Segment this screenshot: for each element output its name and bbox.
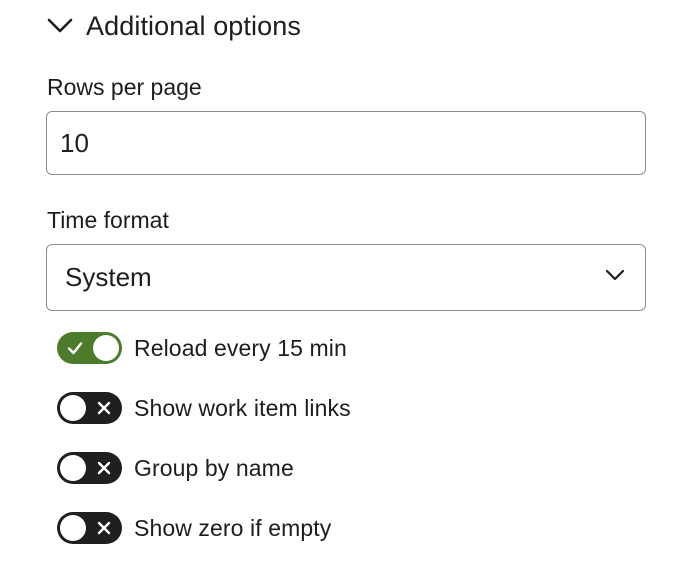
toggle-label: Show zero if empty	[134, 514, 332, 541]
toggle-label: Show work item links	[134, 394, 351, 421]
toggle-switch[interactable]	[57, 332, 122, 364]
toggle-knob	[60, 395, 86, 421]
toggle-label: Group by name	[134, 454, 294, 481]
rows-per-page-input[interactable]	[46, 111, 646, 175]
toggle-switch[interactable]	[57, 452, 122, 484]
additional-options-header[interactable]: Additional options	[46, 6, 301, 46]
time-format-label: Time format	[47, 207, 169, 233]
toggle-reload-every-15-min[interactable]: Reload every 15 min	[57, 331, 347, 365]
toggle-knob	[93, 335, 119, 361]
chevron-down-icon	[46, 11, 76, 41]
x-icon	[97, 521, 111, 535]
toggle-label: Reload every 15 min	[134, 334, 347, 361]
toggle-knob	[60, 455, 86, 481]
toggle-switch[interactable]	[57, 392, 122, 424]
section-title: Additional options	[86, 10, 301, 41]
chevron-down-icon	[603, 263, 627, 292]
toggle-show-work-item-links[interactable]: Show work item links	[57, 391, 351, 425]
x-icon	[97, 401, 111, 415]
toggle-show-zero-if-empty[interactable]: Show zero if empty	[57, 511, 331, 545]
time-format-select[interactable]: System	[46, 244, 646, 311]
rows-per-page-label: Rows per page	[47, 74, 202, 100]
x-icon	[97, 461, 111, 475]
toggle-switch[interactable]	[57, 512, 122, 544]
check-icon	[67, 342, 83, 355]
toggle-knob	[60, 515, 86, 541]
toggle-group-by-name[interactable]: Group by name	[57, 451, 294, 485]
time-format-value: System	[65, 262, 152, 292]
